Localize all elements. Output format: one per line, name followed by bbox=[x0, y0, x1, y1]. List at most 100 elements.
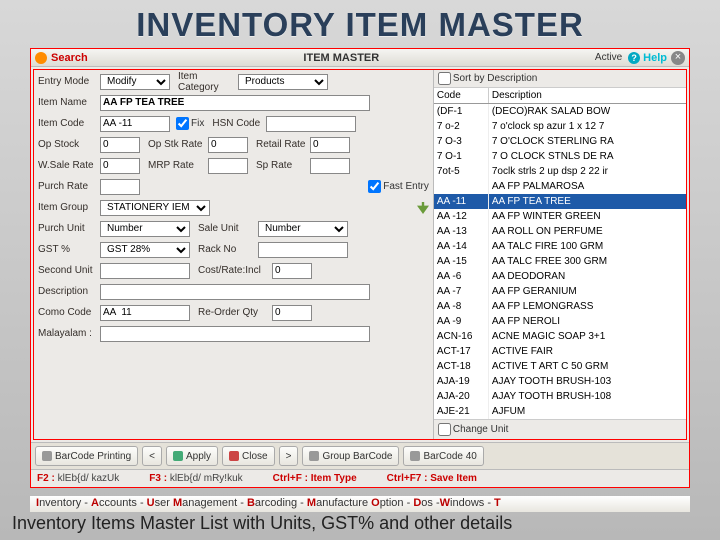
slide-caption: Inventory Items Master List with Units, … bbox=[0, 513, 720, 534]
table-row[interactable]: 7 O-17 O CLOCK STNLS DE RA bbox=[434, 149, 686, 164]
arrow-down-icon[interactable] bbox=[417, 202, 429, 214]
window-title: ITEM MASTER bbox=[88, 52, 595, 64]
help-icon[interactable]: ? bbox=[628, 52, 640, 64]
purch-rate-field[interactable] bbox=[100, 179, 140, 195]
close-icon[interactable]: × bbox=[671, 51, 685, 65]
purch-unit-field[interactable]: Number bbox=[100, 221, 190, 237]
hsn-code-label: HSN Code bbox=[212, 118, 266, 129]
reorder-qty-field[interactable] bbox=[272, 305, 312, 321]
wsale-rate-label: W.Sale Rate bbox=[38, 160, 100, 171]
sp-rate-field[interactable] bbox=[310, 158, 350, 174]
item-name-field[interactable] bbox=[100, 95, 370, 111]
como-code-label: Como Code bbox=[38, 307, 100, 318]
app-window: Search ITEM MASTER Active ? Help × Entry… bbox=[30, 48, 690, 488]
mrp-rate-field[interactable] bbox=[208, 158, 248, 174]
table-row[interactable]: AA -12AA FP WINTER GREEN bbox=[434, 209, 686, 224]
barcode40-button[interactable]: BarCode 40 bbox=[403, 446, 483, 466]
gst-pct-field[interactable]: GST 28% bbox=[100, 242, 190, 258]
table-row[interactable]: AA -7AA FP GERANIUM bbox=[434, 284, 686, 299]
table-row[interactable]: AA -14AA TALC FIRE 100 GRM bbox=[434, 239, 686, 254]
item-category-field[interactable]: Products bbox=[238, 74, 328, 90]
retail-rate-field[interactable] bbox=[310, 137, 350, 153]
entry-mode-label: Entry Mode bbox=[38, 76, 100, 87]
second-unit-field[interactable] bbox=[100, 263, 190, 279]
op-stock-label: Op Stock bbox=[38, 139, 100, 150]
fix-checkbox[interactable]: Fix bbox=[176, 117, 204, 130]
reorder-qty-label: Re-Order Qty bbox=[198, 307, 272, 318]
table-row[interactable]: 7ot-57oclk strls 2 up dsp 2 22 ir bbox=[434, 164, 686, 179]
item-category-label: Item Category bbox=[178, 71, 238, 93]
op-stk-rate-field[interactable] bbox=[208, 137, 248, 153]
barcode-icon bbox=[309, 451, 319, 461]
form-panel: Entry Mode Modify Item Category Products… bbox=[34, 70, 433, 439]
gst-pct-label: GST % bbox=[38, 244, 100, 255]
check-icon bbox=[173, 451, 183, 461]
second-unit-label: Second Unit bbox=[38, 265, 100, 276]
description-field[interactable] bbox=[100, 284, 370, 300]
search-label[interactable]: Search bbox=[51, 52, 88, 64]
mrp-rate-label: MRP Rate bbox=[148, 160, 208, 171]
table-row[interactable]: ACN-16ACNE MAGIC SOAP 3+1 bbox=[434, 329, 686, 344]
sort-by-desc-checkbox[interactable]: Sort by Description bbox=[438, 72, 682, 85]
malayalam-label: Malayalam : bbox=[38, 328, 100, 339]
help-label[interactable]: Help bbox=[643, 52, 667, 64]
como-code-field[interactable] bbox=[100, 305, 190, 321]
rack-no-label: Rack No bbox=[198, 244, 258, 255]
grid-header: Code Description bbox=[434, 88, 686, 104]
change-unit-checkbox[interactable]: Change Unit bbox=[438, 423, 682, 436]
table-row[interactable]: AA -11AA FP TEA TREE bbox=[434, 194, 686, 209]
table-row[interactable]: ACT-17ACTIVE FAIR bbox=[434, 344, 686, 359]
close-button[interactable]: Close bbox=[222, 446, 275, 466]
hotkey-bar: F2 : klEb{d/ kazUk F3 : klEb{d/ mRy!kuk … bbox=[31, 469, 689, 487]
fast-entry-checkbox[interactable]: Fast Entry bbox=[368, 180, 429, 193]
barcode-icon bbox=[410, 451, 420, 461]
prev-button[interactable]: < bbox=[142, 446, 162, 466]
entry-mode-field[interactable]: Modify bbox=[100, 74, 170, 90]
slide-title: INVENTORY ITEM MASTER bbox=[0, 0, 720, 44]
op-stock-field[interactable] bbox=[100, 137, 140, 153]
op-stk-rate-label: Op Stk Rate bbox=[148, 139, 208, 150]
table-row[interactable]: AA -9AA FP NEROLI bbox=[434, 314, 686, 329]
next-button[interactable]: > bbox=[279, 446, 299, 466]
grid-header-code[interactable]: Code bbox=[434, 88, 489, 103]
table-row[interactable]: (DF-1(DECO)RAK SALAD BOW bbox=[434, 104, 686, 119]
sale-unit-field[interactable]: Number bbox=[258, 221, 348, 237]
description-label: Description bbox=[38, 286, 100, 297]
table-row[interactable]: 7 o-27 o'clock sp azur 1 x 12 7 bbox=[434, 119, 686, 134]
apply-button[interactable]: Apply bbox=[166, 446, 218, 466]
item-code-label: Item Code bbox=[38, 118, 100, 129]
grid-body[interactable]: (DF-1(DECO)RAK SALAD BOW7 o-27 o'clock s… bbox=[434, 104, 686, 419]
app-icon bbox=[35, 52, 47, 64]
table-row[interactable]: AA -15AA TALC FREE 300 GRM bbox=[434, 254, 686, 269]
close-icon bbox=[229, 451, 239, 461]
hsn-code-field[interactable] bbox=[266, 116, 356, 132]
sale-unit-label: Sale Unit bbox=[198, 223, 258, 234]
sp-rate-label: Sp Rate bbox=[256, 160, 310, 171]
cost-rate-label: Cost/Rate:Incl bbox=[198, 265, 272, 276]
item-name-label: Item Name bbox=[38, 97, 100, 108]
table-row[interactable]: ACT-18ACTIVE T ART C 50 GRM bbox=[434, 359, 686, 374]
table-row[interactable]: AJE-21AJFUM bbox=[434, 404, 686, 419]
menu-strip[interactable]: Inventory - Accounts - User Management -… bbox=[30, 496, 690, 512]
grid-header-desc[interactable]: Description bbox=[489, 88, 686, 103]
table-row[interactable]: AJA-19AJAY TOOTH BRUSH-103 bbox=[434, 374, 686, 389]
table-row[interactable]: AA -6AA DEODORAN bbox=[434, 269, 686, 284]
barcode-icon bbox=[42, 451, 52, 461]
cost-rate-field[interactable] bbox=[272, 263, 312, 279]
table-row[interactable]: AA -8AA FP LEMONGRASS bbox=[434, 299, 686, 314]
wsale-rate-field[interactable] bbox=[100, 158, 140, 174]
item-group-label: Item Group bbox=[38, 202, 100, 213]
malayalam-field[interactable] bbox=[100, 326, 370, 342]
rack-no-field[interactable] bbox=[258, 242, 348, 258]
table-row[interactable]: AA FP PALMAROSA bbox=[434, 179, 686, 194]
table-row[interactable]: 7 O-37 O'CLOCK STERLING RA bbox=[434, 134, 686, 149]
item-group-field[interactable]: STATIONERY IEM bbox=[100, 200, 210, 216]
item-code-field[interactable] bbox=[100, 116, 170, 132]
table-row[interactable]: AJA-20AJAY TOOTH BRUSH-108 bbox=[434, 389, 686, 404]
toolbar: BarCode Printing < Apply Close > Group B… bbox=[31, 442, 689, 469]
barcode-printing-button[interactable]: BarCode Printing bbox=[35, 446, 138, 466]
table-row[interactable]: AA -13AA ROLL ON PERFUME bbox=[434, 224, 686, 239]
group-barcode-button[interactable]: Group BarCode bbox=[302, 446, 399, 466]
retail-rate-label: Retail Rate bbox=[256, 139, 310, 150]
purch-rate-label: Purch Rate bbox=[38, 181, 100, 192]
